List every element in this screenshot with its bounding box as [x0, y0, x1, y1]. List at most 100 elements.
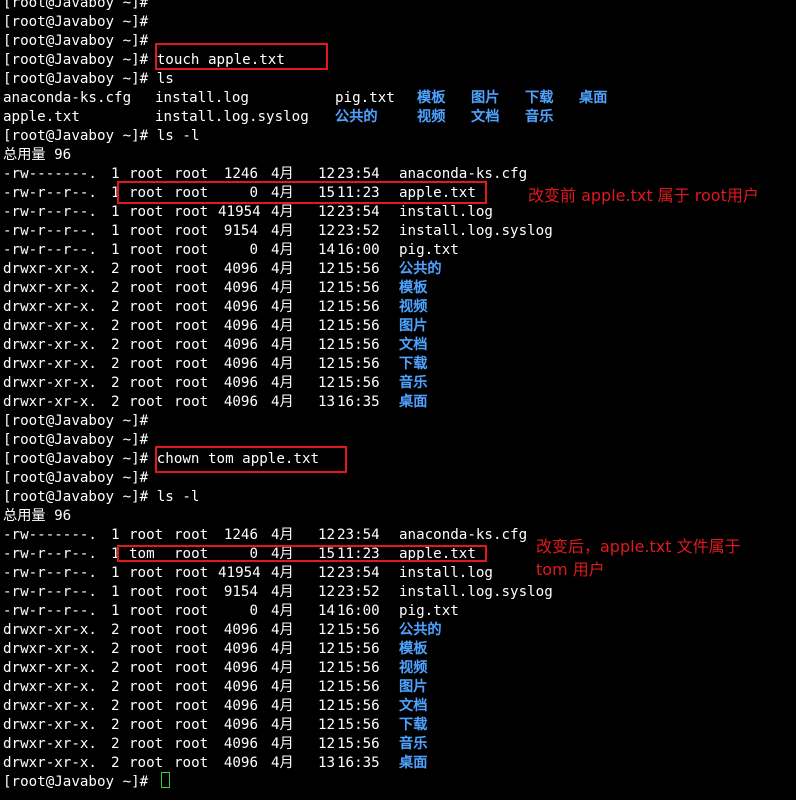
- file-month: 4月: [271, 337, 294, 353]
- listing1-total-line: 总用量 96: [3, 146, 71, 165]
- prompt-text: [root@Javaboy ~]#: [3, 413, 149, 429]
- file-owner: root: [129, 736, 164, 752]
- file-month: 4月: [271, 280, 294, 296]
- file-links: 2: [111, 622, 120, 638]
- file-time: 23:52: [337, 223, 380, 239]
- file-group: root: [174, 755, 209, 771]
- file-perm: -rw-r--r--.: [3, 223, 97, 239]
- file-size: 4096: [223, 261, 258, 277]
- file-time: 15:56: [337, 261, 380, 277]
- prompt-line: [root@Javaboy ~]#: [3, 32, 148, 51]
- file-perm: -rw-r--r--.: [3, 204, 97, 220]
- file-time: 15:56: [337, 622, 380, 638]
- prompt-text: [root@Javaboy ~]#: [3, 470, 149, 486]
- file-owner: root: [129, 375, 164, 391]
- file-time: 15:56: [337, 641, 380, 657]
- file-group: root: [174, 679, 209, 695]
- file-group: root: [174, 394, 209, 410]
- file-links: 2: [111, 280, 120, 296]
- file-owner: root: [129, 565, 164, 581]
- file-name: install.log: [399, 204, 493, 220]
- command-text: ls: [148, 71, 174, 87]
- ls-entry: apple.txt: [3, 109, 80, 125]
- file-group: root: [174, 204, 209, 220]
- file-size: 1246: [223, 527, 258, 543]
- file-size: 4096: [223, 679, 258, 695]
- file-perm: drwxr-xr-x.: [3, 717, 97, 733]
- file-size: 0: [249, 603, 258, 619]
- file-size: 9154: [223, 223, 258, 239]
- file-time: 15:56: [337, 337, 380, 353]
- ls-entry: 图片: [471, 90, 500, 106]
- file-owner: root: [129, 204, 164, 220]
- file-day: 12: [318, 280, 336, 296]
- file-day: 12: [318, 717, 336, 733]
- file-owner: root: [129, 698, 164, 714]
- ls-entry: 桌面: [579, 90, 608, 106]
- command-text: ls -l: [148, 489, 200, 505]
- file-day: 12: [318, 736, 336, 752]
- file-month: 4月: [271, 356, 294, 372]
- file-links: 2: [111, 375, 120, 391]
- file-name: 公共的: [399, 622, 442, 638]
- file-day: 12: [318, 261, 336, 277]
- ls-entry: 公共的: [335, 109, 378, 125]
- listing1-command-line: [root@Javaboy ~]# ls -l: [3, 127, 199, 146]
- file-name: 视频: [399, 660, 428, 676]
- file-month: 4月: [271, 755, 294, 771]
- file-size: 9154: [223, 584, 258, 600]
- file-owner: root: [129, 679, 164, 695]
- ls-entry: 视频: [417, 109, 446, 125]
- file-links: 2: [111, 698, 120, 714]
- file-name: 图片: [399, 679, 428, 695]
- file-day: 12: [318, 641, 336, 657]
- file-links: 2: [111, 318, 120, 334]
- file-owner: root: [129, 603, 164, 619]
- highlight-apple-tom-owner: [117, 545, 487, 562]
- file-time: 23:54: [337, 565, 380, 581]
- ls-entry: 文档: [471, 109, 500, 125]
- file-group: root: [174, 337, 209, 353]
- file-group: root: [174, 299, 209, 315]
- file-links: 2: [111, 736, 120, 752]
- file-group: root: [174, 261, 209, 277]
- file-time: 15:56: [337, 736, 380, 752]
- file-perm: drwxr-xr-x.: [3, 660, 97, 676]
- file-group: root: [174, 318, 209, 334]
- prompt-text: [root@Javaboy ~]#: [3, 432, 149, 448]
- file-group: root: [174, 356, 209, 372]
- annotation-after-line2: tom 用户: [536, 560, 605, 579]
- file-size: 4096: [223, 280, 258, 296]
- file-links: 2: [111, 755, 120, 771]
- file-day: 12: [318, 337, 336, 353]
- file-owner: root: [129, 584, 164, 600]
- command-text: ls -l: [148, 128, 200, 144]
- prompt-line: [root@Javaboy ~]# ls: [3, 70, 174, 89]
- file-time: 16:00: [337, 603, 380, 619]
- file-day: 14: [318, 242, 336, 258]
- file-perm: -rw-r--r--.: [3, 185, 97, 201]
- file-group: root: [174, 584, 209, 600]
- file-name: 文档: [399, 698, 428, 714]
- file-name: 桌面: [399, 394, 428, 410]
- file-links: 2: [111, 660, 120, 676]
- file-day: 12: [318, 584, 336, 600]
- file-owner: root: [129, 318, 164, 334]
- file-perm: drwxr-xr-x.: [3, 280, 97, 296]
- prompt-text: [root@Javaboy ~]#: [3, 52, 149, 68]
- file-time: 23:54: [337, 527, 380, 543]
- file-name: 模板: [399, 641, 428, 657]
- terminal-window[interactable]: [root@Javaboy ~]# [root@Javaboy ~]# [root@…: [0, 0, 796, 800]
- highlight-touch-command: [155, 43, 328, 70]
- prompt-line: [root@Javaboy ~]#: [3, 0, 148, 13]
- file-links: 2: [111, 394, 120, 410]
- file-time: 15:56: [337, 375, 380, 391]
- file-day: 12: [318, 660, 336, 676]
- file-name: 视频: [399, 299, 428, 315]
- file-perm: drwxr-xr-x.: [3, 622, 97, 638]
- file-group: root: [174, 717, 209, 733]
- terminal-cursor: [161, 772, 170, 788]
- file-links: 1: [111, 242, 120, 258]
- ls-entry: install.log.syslog: [155, 109, 309, 125]
- file-name: pig.txt: [399, 603, 459, 619]
